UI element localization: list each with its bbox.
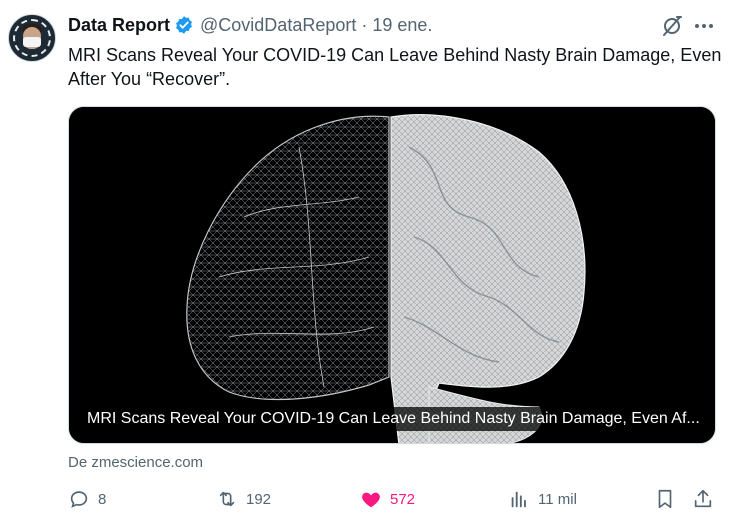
avatar[interactable] [8, 14, 56, 62]
share-icon [694, 489, 712, 508]
tweet-text: MRI Scans Reveal Your COVID-19 Can Leave… [68, 45, 722, 89]
like-button[interactable]: 572 [360, 486, 415, 512]
share-button[interactable] [692, 486, 714, 512]
reply-count: 8 [98, 490, 107, 508]
views-icon [511, 491, 526, 508]
like-count: 572 [390, 490, 416, 508]
separator-dot: · [361, 14, 368, 35]
brain-mesh-image [69, 107, 715, 443]
action-bar: 8 192 572 11 mil [68, 486, 716, 512]
avatar-mask [23, 37, 41, 47]
reply-icon [70, 491, 88, 508]
reply-button[interactable]: 8 [68, 486, 106, 512]
tweet-date[interactable]: 19 ene. [372, 15, 432, 36]
bookmark-icon [658, 489, 672, 509]
author-name[interactable]: Data Report [68, 15, 170, 36]
retweet-button[interactable]: 192 [216, 486, 271, 512]
views-count: 11 mil [538, 490, 577, 508]
bookmark-button[interactable] [654, 486, 676, 512]
tweet[interactable]: Data Report @CovidDataReport · 19 ene. M… [0, 0, 740, 520]
views-button[interactable]: 11 mil [508, 486, 577, 512]
retweet-count: 192 [246, 490, 272, 508]
media-card[interactable]: MRI Scans Reveal Your COVID-19 Can Leave… [68, 106, 716, 444]
link-source[interactable]: De zmescience.com [68, 454, 203, 471]
retweet-icon [219, 491, 235, 507]
grok-icon[interactable] [660, 14, 684, 38]
verified-badge-icon [176, 16, 192, 34]
media-caption: MRI Scans Reveal Your COVID-19 Can Leave… [81, 407, 701, 431]
tweet-header: Data Report @CovidDataReport · 19 ene. [68, 14, 432, 36]
more-icon[interactable] [693, 16, 715, 36]
author-handle[interactable]: @CovidDataReport [200, 15, 356, 36]
heart-icon [362, 492, 380, 508]
